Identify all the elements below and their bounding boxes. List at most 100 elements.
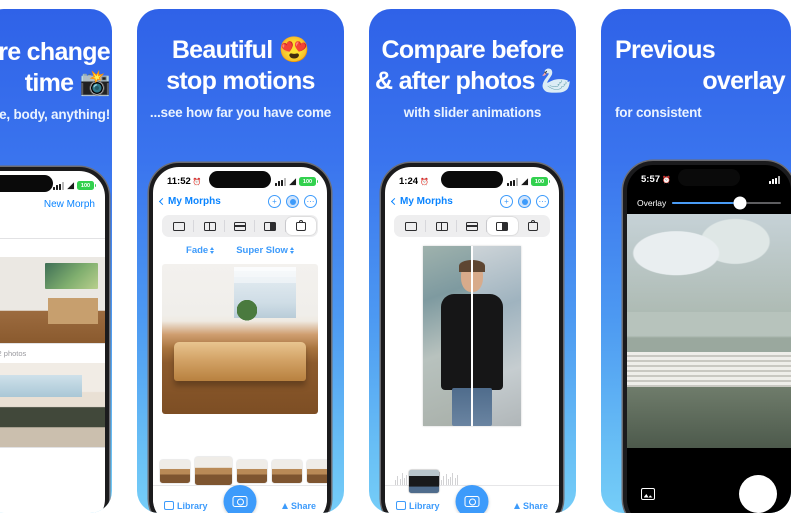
- share-icon: [513, 502, 520, 509]
- panel-4-phone-mockup: 5:57 ⏰ Overlay: [623, 161, 791, 513]
- list-item-header: ore & after 2 photos: [0, 343, 105, 363]
- split-reveal-icon: [496, 221, 509, 231]
- person-badge-icon[interactable]: [518, 195, 531, 208]
- back-label: My Morphs: [400, 196, 453, 207]
- segment-stacked[interactable]: [225, 217, 256, 235]
- dynamic-island: [0, 175, 53, 192]
- transition-style-picker[interactable]: Fade: [186, 245, 215, 256]
- person-badge-icon[interactable]: [286, 195, 299, 208]
- overlay-slider-row[interactable]: Overlay: [627, 191, 791, 214]
- side-by-side-icon: [435, 221, 448, 231]
- battery-icon: 100: [77, 181, 96, 190]
- frame-thumbnail-strip[interactable]: [385, 469, 559, 494]
- panel-3-copy: Compare before & after photos 🦢 with sli…: [369, 35, 576, 120]
- add-icon[interactable]: +: [268, 195, 281, 208]
- frame-thumbnail-strip[interactable]: [153, 457, 327, 485]
- screenshot-panel-stop-motions: Beautiful 😍 stop motions ...see how far …: [137, 9, 344, 513]
- phone-side-button: [109, 287, 110, 321]
- frame-thumbnail[interactable]: [409, 470, 440, 494]
- status-indicators: ◢ 100: [507, 176, 550, 187]
- panel-3-subline: with slider animations: [403, 105, 542, 120]
- segment-side-by-side[interactable]: [426, 217, 458, 235]
- nav-actions: + ⋯: [500, 195, 549, 208]
- wifi-icon: ◢: [67, 180, 74, 190]
- frame-thumbnail[interactable]: [237, 459, 267, 483]
- camera-button[interactable]: [455, 485, 489, 513]
- layout-segmented-control[interactable]: [162, 215, 318, 237]
- share-icon: [281, 502, 288, 509]
- before-after-split-photo[interactable]: [423, 246, 521, 426]
- share-button[interactable]: Share: [513, 501, 548, 511]
- ground-shape: [627, 387, 791, 448]
- library-button[interactable]: Library: [396, 501, 440, 511]
- more-options-icon[interactable]: ⋯: [304, 195, 317, 208]
- chevron-updown-icon: [289, 247, 294, 254]
- overlay-slider-track[interactable]: [672, 196, 781, 210]
- desk-shape: [47, 297, 98, 324]
- layout-segmented-control[interactable]: [394, 215, 550, 237]
- status-bar: 11:52 ⏰ ◢ 100: [153, 167, 327, 193]
- panel-1-headline-line2: time 📸: [24, 68, 111, 97]
- library-button[interactable]: Library: [164, 501, 208, 511]
- segment-stacked[interactable]: [457, 217, 488, 235]
- segment-split-reveal[interactable]: [255, 217, 287, 235]
- overlay-slider-knob[interactable]: [733, 196, 747, 210]
- more-options-icon[interactable]: ⋯: [536, 195, 549, 208]
- side-by-side-icon: [203, 221, 216, 231]
- speed-label: Super Slow: [236, 245, 288, 256]
- panel-2-copy: Beautiful 😍 stop motions ...see how far …: [137, 35, 344, 120]
- segment-split-reveal[interactable]: [487, 217, 518, 235]
- new-morph-button[interactable]: New Morph: [44, 199, 95, 210]
- room-photo: [0, 256, 105, 343]
- segment-side-by-side[interactable]: [194, 217, 226, 235]
- split-reveal-icon: [264, 221, 277, 231]
- cake-photo: [162, 264, 318, 414]
- camera-viewfinder[interactable]: [627, 214, 791, 448]
- alarm-icon: ⏰: [662, 176, 671, 184]
- segment-cabinet[interactable]: [285, 217, 317, 235]
- segment-single-frame[interactable]: [396, 217, 427, 235]
- share-button[interactable]: Share: [281, 501, 316, 511]
- speed-picker[interactable]: Super Slow: [236, 245, 294, 256]
- shutter-button[interactable]: [739, 475, 777, 513]
- segment-cabinet[interactable]: [518, 217, 548, 235]
- segment-single-frame[interactable]: [164, 217, 195, 235]
- status-time: 11:52 ⏰: [167, 176, 202, 187]
- panel-3-headline-line1: Compare before: [381, 36, 565, 64]
- status-bar: ◢ 100: [0, 171, 105, 197]
- library-icon: [396, 501, 406, 510]
- add-icon[interactable]: +: [500, 195, 513, 208]
- gallery-icon[interactable]: [641, 488, 655, 500]
- frame-thumbnail[interactable]: [307, 459, 327, 483]
- nav-bar: My Morphs + ⋯: [153, 193, 327, 211]
- panel-1-subline: e, body, anything!: [0, 107, 110, 122]
- panel-4-headline-line1: Previous: [615, 36, 716, 64]
- stacked-icon: [234, 221, 247, 231]
- screenshot-panel-capture-change: re change time 📸 e, body, anything! ◢ 10…: [0, 9, 112, 513]
- camera-icon: [464, 496, 480, 507]
- list-item-header: 12 photos: [0, 239, 105, 257]
- frame-thumbnail[interactable]: [160, 459, 190, 483]
- back-to-my-morphs-button[interactable]: My Morphs: [158, 196, 221, 207]
- back-to-my-morphs-button[interactable]: My Morphs: [390, 196, 453, 207]
- split-divider-handle[interactable]: [471, 246, 473, 426]
- cabinet-icon: [527, 219, 538, 231]
- camera-button[interactable]: [223, 485, 257, 513]
- frame-thumbnail-selected[interactable]: [195, 457, 232, 485]
- kitchen-photo[interactable]: [0, 363, 105, 447]
- phone-side-button: [109, 243, 110, 277]
- morph-stack-preview[interactable]: [0, 256, 105, 343]
- screenshot-panel-compare-photos: Compare before & after photos 🦢 with sli…: [369, 9, 576, 513]
- status-indicators: ◢ 100: [275, 176, 318, 187]
- panel-1-headline-line1: re change: [0, 38, 111, 66]
- panel-4-copy: Previous overlay for consistent: [601, 35, 791, 120]
- phone-side-button: [331, 283, 332, 317]
- tree-background: [627, 214, 791, 313]
- frame-thumbnail[interactable]: [272, 459, 302, 483]
- morph-preview-photo[interactable]: [162, 264, 318, 414]
- single-frame-icon: [173, 221, 186, 231]
- wifi-icon: ◢: [521, 176, 528, 186]
- stacked-icon: [466, 221, 479, 231]
- battery-icon: 100: [299, 177, 318, 186]
- phone-side-button: [331, 239, 332, 273]
